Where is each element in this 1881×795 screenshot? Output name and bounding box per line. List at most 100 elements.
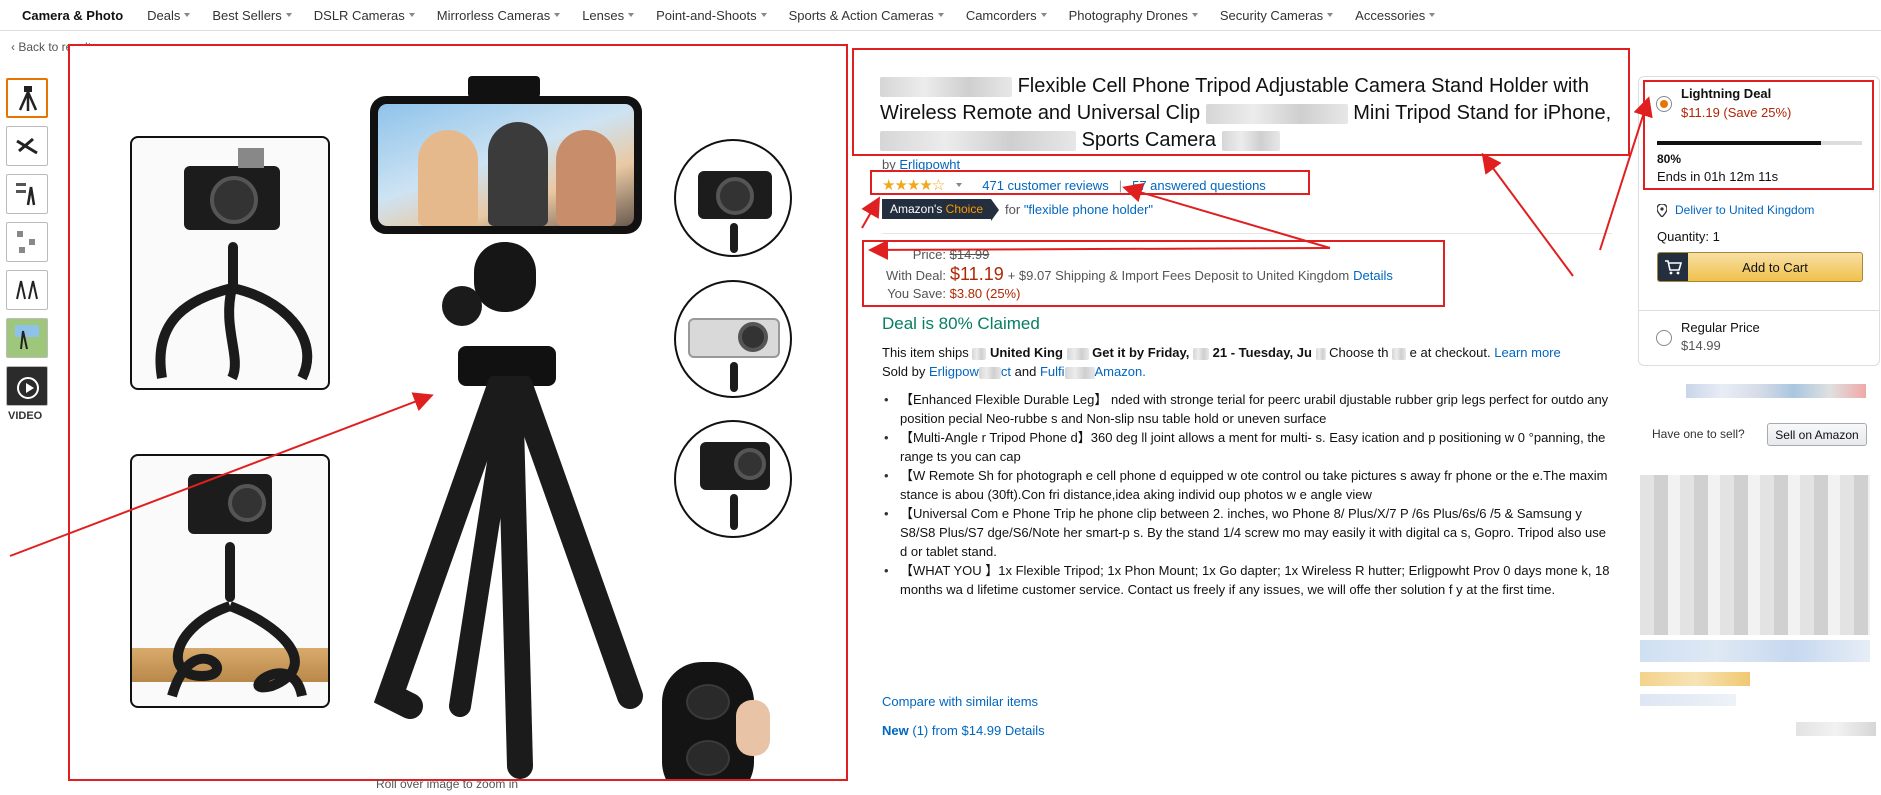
- feature-bullet: 【Universal Com e Phone Trip he phone cli…: [882, 504, 1612, 561]
- nav-dslr-cameras[interactable]: DSLR Cameras: [314, 8, 415, 23]
- chevron-down-icon: [184, 13, 191, 17]
- delivery-date: Get it by Friday,: [1092, 345, 1190, 360]
- shipping-fee: + $9.07 Shipping & Import Fees Deposit t…: [1007, 268, 1350, 283]
- title-text: Mini Tripod Stand for: [1353, 102, 1538, 124]
- answered-questions-link[interactable]: 57 answered questions: [1132, 178, 1266, 193]
- thumbnail-2[interactable]: [6, 126, 48, 166]
- feature-bullets: 【Enhanced Flexible Durable Leg】 nded wit…: [882, 390, 1612, 599]
- sell-on-amazon-button[interactable]: Sell on Amazon: [1767, 423, 1867, 446]
- redacted-text: [1315, 347, 1326, 360]
- learn-more-link[interactable]: Learn more: [1494, 345, 1560, 360]
- regular-price-value: $14.99: [1681, 338, 1721, 353]
- nav-best-sellers[interactable]: Best Sellers: [212, 8, 292, 23]
- list-price: $14.99: [949, 247, 990, 262]
- nav-photography-drones[interactable]: Photography Drones: [1069, 8, 1198, 23]
- regular-price-title: Regular Price: [1681, 320, 1760, 335]
- delivery-date-end: 21 - Tuesday, Ju: [1212, 345, 1312, 360]
- rating-row: ★★★★☆ 471 customer reviews | 57 answered…: [882, 176, 1266, 194]
- regular-price-radio[interactable]: [1656, 330, 1672, 346]
- add-to-cart-button[interactable]: Add to Cart: [1657, 252, 1863, 282]
- shipping-info: This item ships United King Get it by Fr…: [882, 343, 1612, 381]
- fulfilled-link[interactable]: Fulfi: [1040, 364, 1065, 379]
- nav-label: Camcorders: [965, 7, 1037, 23]
- knob: [442, 286, 482, 326]
- feature-bullet: 【W Remote Sh for photograph e cell phone…: [882, 466, 1612, 504]
- divider: [882, 233, 1612, 234]
- ball-head: [474, 242, 536, 312]
- chevron-down-icon: [1429, 13, 1436, 17]
- star-rating-icon[interactable]: ★★★★☆: [882, 176, 945, 194]
- annotation-arrow: [861, 196, 880, 229]
- choice-query-link[interactable]: "flexible phone holder": [1024, 202, 1153, 217]
- thumbnail-6[interactable]: [6, 318, 48, 358]
- redacted-pixel-block: [1640, 694, 1736, 706]
- thumbnail-video[interactable]: [6, 366, 48, 406]
- play-icon: [17, 377, 39, 399]
- amazons-choice-badge[interactable]: Amazon's Choice: [882, 199, 1000, 221]
- nav-mirrorless-cameras[interactable]: Mirrorless Cameras: [436, 7, 561, 23]
- finger-image: [736, 700, 770, 756]
- divider: [1638, 310, 1880, 311]
- seller-link-tail[interactable]: ct: [1001, 364, 1011, 379]
- zoom-hint: Roll over image to zoom in: [376, 777, 519, 791]
- thumbnail-5[interactable]: [6, 270, 48, 310]
- nav-security-cameras[interactable]: Security Cameras: [1220, 8, 1334, 23]
- nav-accessories[interactable]: Accessories: [1355, 8, 1436, 23]
- blurred-logo: [238, 148, 264, 168]
- choice-for: for "flexible phone holder": [1005, 202, 1153, 217]
- redacted-pixel-block: [1640, 672, 1750, 686]
- chevron-down-icon: [408, 13, 415, 17]
- shipping-details-link[interactable]: Details: [1353, 268, 1393, 283]
- phone-clamp: [468, 76, 540, 98]
- chevron-down-icon: [1327, 13, 1334, 17]
- deliver-to-link[interactable]: Deliver to United Kingdom: [1657, 203, 1814, 217]
- feature-bullet: 【Multi-Angle r Tripod Phone d】360 deg ll…: [882, 428, 1612, 466]
- seller-link[interactable]: Erligpow: [929, 364, 979, 379]
- nav-camcorders[interactable]: Camcorders: [966, 8, 1047, 23]
- redacted-text: [1066, 347, 1089, 360]
- new-details-link[interactable]: Details: [1005, 723, 1045, 738]
- customer-reviews-link[interactable]: 471 customer reviews: [982, 178, 1108, 193]
- redacted-text: [880, 76, 1012, 97]
- thumbnail-1[interactable]: [6, 78, 48, 118]
- location-pin-icon: [1657, 203, 1667, 217]
- remote-button: [686, 740, 730, 776]
- fulfilled-link-tail[interactable]: Amazon.: [1095, 364, 1146, 379]
- nav-point-and-shoots[interactable]: Point-and-Shoots: [656, 7, 767, 23]
- chevron-down-icon[interactable]: [956, 183, 963, 187]
- lightning-deal-radio[interactable]: [1656, 96, 1672, 112]
- quantity-selector[interactable]: Quantity: 1: [1657, 229, 1720, 244]
- redacted-pixel-block: [1640, 475, 1870, 635]
- nav-label: Deals: [147, 7, 181, 23]
- save-label: You Save:: [887, 286, 946, 301]
- nav-label: DSLR Cameras: [313, 7, 405, 23]
- remote-button: [686, 684, 730, 720]
- chevron-down-icon: [628, 13, 635, 17]
- projector-circle: [674, 280, 792, 398]
- tripod-leg: [730, 494, 738, 530]
- nav-sports-action-cameras[interactable]: Sports & Action Cameras: [789, 8, 944, 23]
- outdoor-thumb-icon: [15, 325, 39, 350]
- chevron-down-icon: [937, 13, 944, 17]
- title-text: iPhone,: [1543, 102, 1612, 124]
- main-product-image[interactable]: [68, 44, 848, 781]
- compare-similar-link[interactable]: Compare with similar items: [882, 694, 1038, 709]
- redacted-pixel-block: [1640, 640, 1870, 662]
- nav-brand[interactable]: Camera & Photo: [22, 8, 123, 23]
- redacted-text: [1221, 130, 1280, 151]
- nav-lenses[interactable]: Lenses: [582, 8, 635, 23]
- nav-label: Mirrorless Cameras: [436, 7, 551, 23]
- deal-countdown: Ends in 01h 12m 11s: [1657, 169, 1779, 184]
- redacted-text: [978, 366, 1001, 379]
- thumbnail-3[interactable]: [6, 174, 48, 214]
- cart-icon: [1658, 253, 1688, 281]
- gopro-circle: [674, 420, 792, 538]
- nav-label: Point-and-Shoots: [656, 7, 757, 23]
- title-text: Flexible Cell Phone Tripod Adjustable Ca…: [1017, 75, 1548, 97]
- new-offers-link[interactable]: New (1) from $14.99 Details: [882, 723, 1045, 738]
- tripod-thumb-icon: [16, 280, 38, 300]
- lens-image: [738, 322, 768, 352]
- nav-deals[interactable]: Deals: [147, 7, 191, 23]
- thumbnail-4[interactable]: [6, 222, 48, 262]
- camera-circle: [674, 139, 792, 257]
